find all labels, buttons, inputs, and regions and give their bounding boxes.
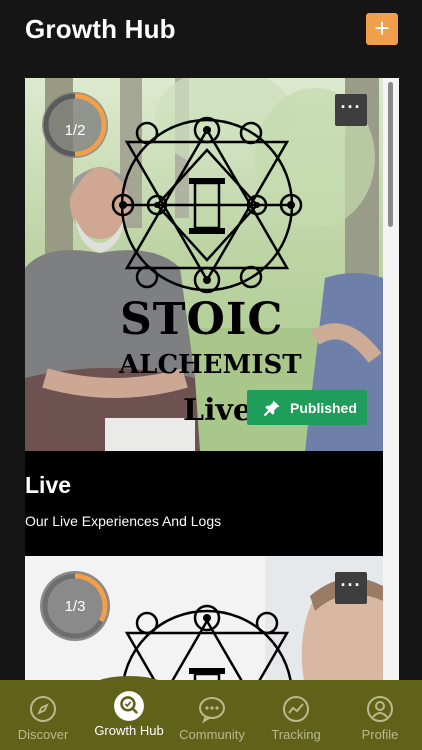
more-options-button[interactable]: ··· bbox=[335, 572, 367, 604]
card-title: Live bbox=[25, 472, 72, 498]
card-image[interactable]: 1/2 ··· STOIC ALCHEMIST Live Published bbox=[25, 78, 383, 451]
more-options-button[interactable]: ··· bbox=[335, 94, 367, 126]
logo-script: Live bbox=[183, 393, 253, 428]
plus-icon: + bbox=[374, 13, 390, 43]
tracking-chart-icon bbox=[283, 696, 309, 722]
logo-line-2: ALCHEMIST bbox=[119, 350, 302, 380]
published-badge[interactable]: Published bbox=[247, 390, 367, 425]
app-root: Growth Hub + 1/2 ··· STOIC ALCHEMIST Liv… bbox=[0, 0, 422, 750]
bottom-tab-bar: Discover Growth Hub Community Tracking P… bbox=[0, 680, 422, 750]
page-title: Growth Hub bbox=[25, 14, 176, 44]
progress-label: 1/2 bbox=[64, 121, 86, 139]
tab-label: Discover bbox=[17, 727, 69, 742]
card-subtitle: Our Live Experiences And Logs bbox=[25, 513, 222, 529]
tab-profile[interactable]: Profile bbox=[342, 680, 418, 750]
progress-label: 1/3 bbox=[64, 597, 86, 615]
logo-line-1: STOIC bbox=[120, 294, 284, 345]
growth-search-icon bbox=[114, 691, 144, 721]
person-icon bbox=[367, 696, 393, 722]
tab-community[interactable]: Community bbox=[172, 680, 252, 750]
ellipsis-icon: ··· bbox=[340, 575, 362, 595]
tab-label: Profile bbox=[361, 727, 399, 742]
add-button[interactable]: + bbox=[366, 13, 398, 45]
tab-growth-hub[interactable]: Growth Hub bbox=[86, 680, 172, 750]
chat-bubble-icon bbox=[199, 697, 225, 724]
ellipsis-icon: ··· bbox=[340, 97, 362, 117]
published-label: Published bbox=[290, 399, 357, 416]
growth-feed: 1/2 ··· STOIC ALCHEMIST Live Published L… bbox=[25, 78, 399, 680]
growth-card[interactable]: 1/2 ··· STOIC ALCHEMIST Live Published L… bbox=[25, 78, 383, 556]
tab-discover[interactable]: Discover bbox=[4, 680, 82, 750]
tab-label: Tracking bbox=[271, 727, 321, 742]
pin-icon bbox=[263, 400, 280, 416]
compass-icon bbox=[30, 696, 56, 722]
header: Growth Hub + bbox=[0, 0, 422, 62]
progress-ring: 1/2 bbox=[40, 95, 110, 165]
tab-label: Growth Hub bbox=[94, 723, 164, 738]
card-image[interactable]: 1/3 ··· bbox=[25, 556, 383, 680]
progress-ring: 1/3 bbox=[40, 571, 110, 641]
tab-label: Community bbox=[179, 727, 245, 742]
tab-tracking[interactable]: Tracking bbox=[256, 680, 336, 750]
growth-card[interactable]: 1/3 ··· bbox=[25, 556, 383, 680]
